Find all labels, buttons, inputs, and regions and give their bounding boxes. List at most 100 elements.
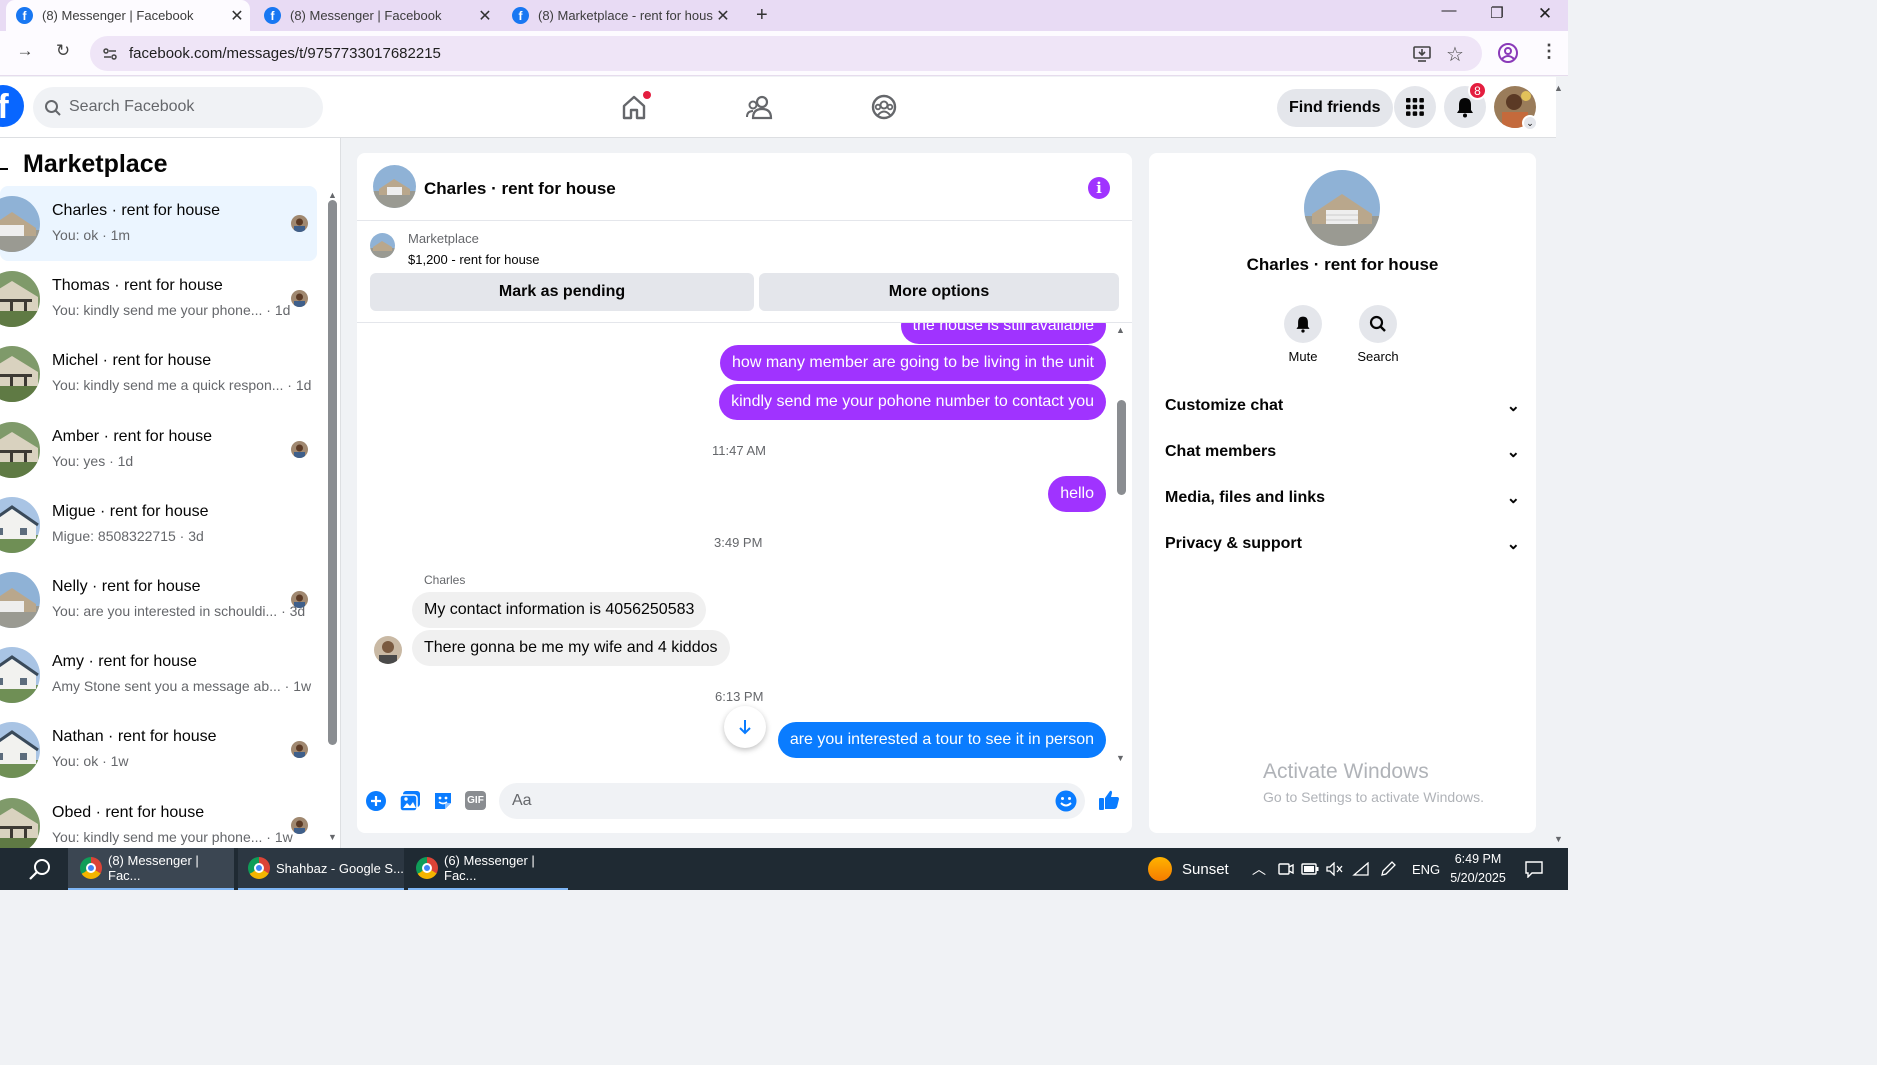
site-info-icon[interactable] — [102, 46, 118, 62]
emoji-icon[interactable] — [1055, 790, 1077, 812]
volume-muted-icon[interactable] — [1326, 848, 1344, 890]
restore-icon[interactable]: ❐ — [1482, 5, 1512, 22]
conversation-name: Amy · rent for house — [52, 653, 197, 671]
listing-thumbnail — [0, 271, 40, 328]
thread-scrollbar[interactable] — [1117, 400, 1126, 495]
outgoing-message[interactable]: the house is still available — [900, 323, 1106, 344]
taskbar-app-google-sheets[interactable]: Shahbaz - Google S... — [238, 848, 404, 890]
facebook-header: f Search Facebook Find friends 8 ⌄ — [0, 77, 1556, 138]
notification-center-icon[interactable] — [1524, 848, 1544, 890]
photo-icon[interactable] — [399, 790, 421, 812]
facebook-favicon-icon: f — [512, 7, 529, 24]
system-clock[interactable]: 6:49 PM 5/20/2025 — [1448, 852, 1508, 885]
taskbar-app-messenger-2[interactable]: (6) Messenger | Fac... — [408, 848, 568, 890]
customize-chat-section[interactable]: Customize chat ⌄ — [1165, 386, 1520, 426]
seen-avatar — [291, 591, 308, 608]
pen-icon[interactable] — [1380, 848, 1398, 890]
like-thumb-icon[interactable] — [1097, 788, 1121, 812]
notification-count-badge: 8 — [1468, 81, 1487, 100]
browser-tab-1[interactable]: f (8) Messenger | Facebook ✕ — [6, 0, 250, 31]
omnibox[interactable]: facebook.com/messages/t/9757733017682215… — [90, 36, 1482, 71]
conversation-item[interactable]: Charles · rent for house You: ok · 1m — [0, 186, 317, 261]
minimize-icon[interactable]: — — [1434, 2, 1464, 19]
conversation-name: Thomas · rent for house — [52, 277, 223, 295]
close-tab-icon[interactable]: ✕ — [713, 6, 733, 26]
show-hidden-icons-icon[interactable]: ︿ — [1252, 848, 1266, 890]
forward-icon[interactable]: → — [12, 41, 38, 61]
incoming-message[interactable]: My contact information is 4056250583 — [412, 592, 707, 628]
facebook-logo-icon[interactable]: f — [0, 85, 24, 127]
taskbar-app-messenger-1[interactable]: (8) Messenger | Fac... — [68, 848, 234, 890]
privacy-support-section[interactable]: Privacy & support ⌄ — [1165, 524, 1520, 564]
sender-avatar[interactable] — [374, 636, 402, 664]
more-actions-icon[interactable] — [366, 791, 386, 811]
battery-icon[interactable] — [1301, 848, 1319, 890]
page-scroll-up-icon[interactable]: ▲ — [1554, 83, 1563, 93]
conversation-item[interactable]: Thomas · rent for house You: kindly send … — [0, 261, 317, 336]
gif-icon[interactable]: GIF — [465, 791, 486, 810]
scroll-down-icon[interactable]: ▼ — [328, 832, 337, 842]
mark-as-pending-button[interactable]: Mark as pending — [370, 273, 754, 311]
taskbar-search-icon[interactable] — [28, 858, 52, 882]
scroll-up-icon[interactable]: ▲ — [1116, 325, 1125, 335]
windows-taskbar: (8) Messenger | Fac... Shahbaz - Google … — [0, 848, 1568, 890]
sticker-icon[interactable] — [432, 790, 454, 812]
search-in-chat-button[interactable] — [1359, 305, 1397, 343]
profile-avatar[interactable] — [1304, 170, 1380, 246]
close-tab-icon[interactable]: ✕ — [227, 6, 247, 26]
close-window-icon[interactable]: ✕ — [1530, 5, 1560, 22]
reload-icon[interactable]: ↻ — [50, 41, 76, 61]
profile-icon[interactable] — [1497, 42, 1519, 64]
back-icon[interactable] — [0, 168, 8, 170]
outgoing-message[interactable]: kindly send me your pohone number to con… — [719, 384, 1106, 420]
friends-nav-icon[interactable] — [745, 93, 773, 121]
mute-button[interactable] — [1284, 305, 1322, 343]
network-icon[interactable] — [1352, 848, 1370, 890]
chat-pane: Charles · rent for house i Marketplace $… — [357, 153, 1132, 833]
search-input[interactable]: Search Facebook — [33, 87, 323, 128]
new-tab-button[interactable]: + — [756, 0, 768, 31]
conversation-item[interactable]: Migue · rent for house Migue: 8508322715 … — [0, 487, 317, 562]
bookmark-star-icon[interactable]: ☆ — [1446, 42, 1464, 67]
listing-price-title[interactable]: $1,200 - rent for house — [408, 252, 540, 267]
chat-avatar[interactable] — [373, 165, 416, 208]
listing-thumbnail[interactable] — [370, 233, 395, 258]
chat-members-section[interactable]: Chat members ⌄ — [1165, 432, 1520, 472]
outgoing-message[interactable]: are you interested a tour to see it in p… — [777, 722, 1106, 758]
more-options-button[interactable]: More options — [759, 273, 1119, 311]
browser-tab-2[interactable]: f (8) Messenger | Facebook ✕ — [254, 0, 498, 31]
meet-icon[interactable] — [1278, 848, 1294, 890]
chat-title[interactable]: Charles · rent for house — [424, 179, 616, 199]
notifications-button[interactable]: 8 — [1444, 81, 1487, 128]
taskbar-item-label: (8) Messenger | Fac... — [108, 853, 199, 883]
scroll-to-bottom-button[interactable] — [724, 706, 766, 748]
home-nav-icon[interactable] — [620, 91, 651, 121]
language-indicator[interactable]: ENG — [1412, 848, 1440, 890]
groups-nav-icon[interactable] — [870, 93, 898, 121]
conversation-item[interactable]: Obed · rent for house You: kindly send me… — [0, 788, 317, 848]
conversation-item[interactable]: Amy · rent for house Amy Stone sent you a… — [0, 637, 317, 712]
chevron-down-icon: ⌄ — [1506, 444, 1520, 461]
incoming-message[interactable]: There gonna be me my wife and 4 kiddos — [412, 630, 730, 666]
page-scroll-down-icon[interactable]: ▼ — [1554, 834, 1563, 844]
browser-menu-icon[interactable]: ⋮ — [1540, 41, 1558, 62]
conversation-item[interactable]: Michel · rent for house You: kindly send … — [0, 336, 317, 411]
install-app-icon[interactable] — [1412, 44, 1432, 64]
message-input[interactable]: Aa — [499, 783, 1085, 819]
menu-grid-button[interactable] — [1394, 86, 1436, 128]
scroll-up-icon[interactable]: ▲ — [328, 190, 337, 200]
conversation-item[interactable]: Nathan · rent for house You: ok · 1w — [0, 712, 317, 787]
conversation-item[interactable]: Nelly · rent for house You: are you inter… — [0, 562, 317, 637]
account-chevron-icon[interactable]: ⌄ — [1522, 115, 1538, 131]
browser-tab-3[interactable]: f (8) Marketplace - rent for house ✕ — [502, 0, 746, 31]
outgoing-message[interactable]: hello — [1048, 476, 1106, 512]
outgoing-message[interactable]: how many member are going to be living i… — [720, 345, 1106, 381]
info-icon[interactable]: i — [1088, 177, 1110, 199]
media-files-links-section[interactable]: Media, files and links ⌄ — [1165, 478, 1520, 518]
close-tab-icon[interactable]: ✕ — [475, 6, 495, 26]
conversation-item[interactable]: Amber · rent for house You: yes · 1d — [0, 412, 317, 487]
scroll-down-icon[interactable]: ▼ — [1116, 753, 1125, 763]
weather-widget[interactable]: Sunset — [1148, 848, 1229, 890]
find-friends-button[interactable]: Find friends — [1277, 89, 1393, 127]
conversation-scrollbar[interactable] — [328, 200, 337, 745]
